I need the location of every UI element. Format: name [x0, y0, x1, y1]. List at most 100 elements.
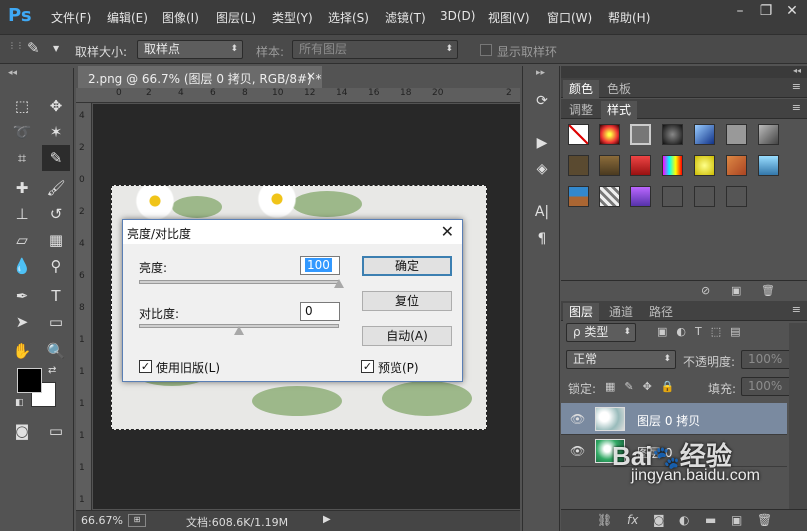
- status-info-icon[interactable]: ⊞: [128, 514, 146, 527]
- folder-icon[interactable]: ▬: [705, 513, 716, 527]
- dialog-close-icon[interactable]: ✕: [441, 222, 454, 241]
- brightness-slider-track[interactable]: [139, 280, 339, 284]
- history-brush-tool-icon[interactable]: ↺: [42, 201, 70, 227]
- collapse-panels-icon[interactable]: ◂◂: [793, 66, 801, 75]
- new-style-icon[interactable]: ▣: [731, 284, 741, 297]
- layer-filter-icons[interactable]: ▣◐T⬚▤: [657, 325, 750, 338]
- maximize-icon[interactable]: ❐: [753, 0, 779, 22]
- layer-name[interactable]: 图层 0 拷贝: [637, 412, 700, 429]
- blur-tool-icon[interactable]: 💧: [8, 253, 36, 279]
- move-tool-icon[interactable]: ✥: [42, 93, 70, 119]
- lasso-tool-icon[interactable]: ➰: [8, 119, 36, 145]
- rectangle-tool-icon[interactable]: ▭: [42, 309, 70, 335]
- style-swatch[interactable]: [726, 155, 747, 176]
- panel-menu-icon[interactable]: ≡: [792, 303, 801, 316]
- tab-styles[interactable]: 样式: [601, 101, 638, 119]
- actions-panel-icon[interactable]: ▶: [531, 132, 553, 154]
- menu-select[interactable]: 选择(S): [328, 9, 369, 26]
- magic-wand-tool-icon[interactable]: ✶: [42, 119, 70, 145]
- menu-filter[interactable]: 滤镜(T): [385, 9, 426, 26]
- type-tool-icon[interactable]: T: [42, 283, 70, 309]
- stamp-tool-icon[interactable]: ⊥: [8, 201, 36, 227]
- visibility-eye-icon[interactable]: 👁: [570, 412, 585, 426]
- style-swatch[interactable]: [662, 155, 683, 176]
- pen-tool-icon[interactable]: ✒: [8, 283, 36, 309]
- fx-icon[interactable]: fx: [627, 513, 638, 527]
- style-swatch[interactable]: [599, 186, 620, 207]
- trash-icon[interactable]: 🗑: [757, 513, 772, 527]
- lock-icons[interactable]: ▦✎✥🔒: [605, 380, 684, 393]
- style-swatch[interactable]: [662, 124, 683, 145]
- style-swatch[interactable]: [568, 124, 589, 145]
- preview-checkbox[interactable]: ✓: [361, 360, 374, 373]
- menu-type[interactable]: 类型(Y): [272, 9, 313, 26]
- layer-filter-select[interactable]: ρ 类型 ⬍: [566, 323, 636, 342]
- screen-mode-icon[interactable]: ▭: [42, 418, 70, 444]
- eyedropper-tool-icon[interactable]: ✎: [42, 145, 70, 171]
- ok-button[interactable]: 确定: [362, 256, 452, 276]
- style-swatch[interactable]: [599, 124, 620, 145]
- layer-row-copy[interactable]: 👁 图层 0 拷贝: [561, 403, 787, 435]
- panel-menu-icon[interactable]: ≡: [792, 101, 801, 114]
- menu-window[interactable]: 窗口(W): [547, 9, 592, 26]
- new-layer-icon[interactable]: ▣: [731, 513, 742, 527]
- style-swatch[interactable]: [630, 155, 651, 176]
- mask-icon[interactable]: ◙: [653, 513, 665, 527]
- opacity-input[interactable]: 100%: [741, 350, 791, 369]
- 3d-panel-icon[interactable]: ◈: [531, 158, 553, 180]
- character-panel-icon[interactable]: A|: [531, 201, 553, 223]
- quick-mask-icon[interactable]: ◙: [8, 418, 36, 444]
- clear-style-icon[interactable]: ⊘: [701, 284, 710, 297]
- brush-tool-icon[interactable]: 🖌: [42, 175, 70, 201]
- style-swatch[interactable]: [726, 186, 747, 207]
- menu-edit[interactable]: 编辑(E): [107, 9, 148, 26]
- zoom-level[interactable]: 66.67%: [81, 514, 123, 527]
- collapse-arrows-icon[interactable]: ◂◂: [8, 68, 17, 78]
- paragraph-panel-icon[interactable]: ¶: [531, 228, 553, 250]
- gradient-tool-icon[interactable]: ▦: [42, 227, 70, 253]
- tab-adjustments[interactable]: 调整: [563, 101, 599, 119]
- style-swatch[interactable]: [599, 155, 620, 176]
- marquee-tool-icon[interactable]: ⬚: [8, 93, 36, 119]
- close-tab-icon[interactable]: ×: [306, 69, 316, 83]
- foreground-color-swatch-front[interactable]: [17, 368, 42, 393]
- tab-swatches[interactable]: 色板: [601, 80, 637, 98]
- style-swatch[interactable]: [694, 186, 715, 207]
- tab-layers[interactable]: 图层: [563, 303, 600, 321]
- link-icon[interactable]: ⛓: [597, 513, 612, 527]
- style-swatch[interactable]: [662, 186, 683, 207]
- style-swatch[interactable]: [758, 124, 779, 145]
- history-panel-icon[interactable]: ⟳: [531, 90, 553, 112]
- menu-3d[interactable]: 3D(D): [440, 9, 475, 23]
- auto-button[interactable]: 自动(A): [362, 326, 452, 346]
- eraser-tool-icon[interactable]: ▱: [8, 227, 36, 253]
- style-swatch[interactable]: [694, 124, 715, 145]
- sample-size-select[interactable]: 取样点 ⬍: [137, 40, 243, 59]
- sample-select[interactable]: 所有图层 ⬍: [292, 40, 458, 59]
- panel-menu-icon[interactable]: ≡: [792, 80, 801, 93]
- default-colors-icon[interactable]: ◧: [15, 398, 24, 408]
- crop-tool-icon[interactable]: ⌗: [8, 145, 36, 171]
- blend-mode-select[interactable]: 正常 ⬍: [566, 350, 676, 369]
- tab-color[interactable]: 颜色: [563, 80, 600, 98]
- style-swatch[interactable]: [758, 155, 779, 176]
- adjustment-icon[interactable]: ◐: [679, 513, 689, 527]
- tab-paths[interactable]: 路径: [643, 303, 679, 321]
- healing-brush-tool-icon[interactable]: ✚: [8, 175, 36, 201]
- menu-help[interactable]: 帮助(H): [608, 9, 650, 26]
- path-selection-tool-icon[interactable]: ➤: [8, 309, 36, 335]
- tool-preset-chevron-icon[interactable]: ▼: [53, 44, 59, 53]
- dodge-tool-icon[interactable]: ⚲: [42, 253, 70, 279]
- minimize-icon[interactable]: –: [727, 0, 753, 22]
- style-swatch[interactable]: [568, 186, 589, 207]
- reset-button[interactable]: 复位: [362, 291, 452, 311]
- tab-channels[interactable]: 通道: [603, 303, 639, 321]
- contrast-input[interactable]: 0: [300, 302, 340, 321]
- menu-view[interactable]: 视图(V): [488, 9, 530, 26]
- collapse-arrows-icon[interactable]: ▸▸: [536, 68, 545, 78]
- show-ring-checkbox[interactable]: [480, 44, 492, 56]
- legacy-checkbox[interactable]: ✓: [139, 360, 152, 373]
- style-swatch[interactable]: [568, 155, 589, 176]
- brightness-slider-thumb[interactable]: [334, 279, 344, 288]
- swap-colors-icon[interactable]: ⇄: [48, 365, 56, 376]
